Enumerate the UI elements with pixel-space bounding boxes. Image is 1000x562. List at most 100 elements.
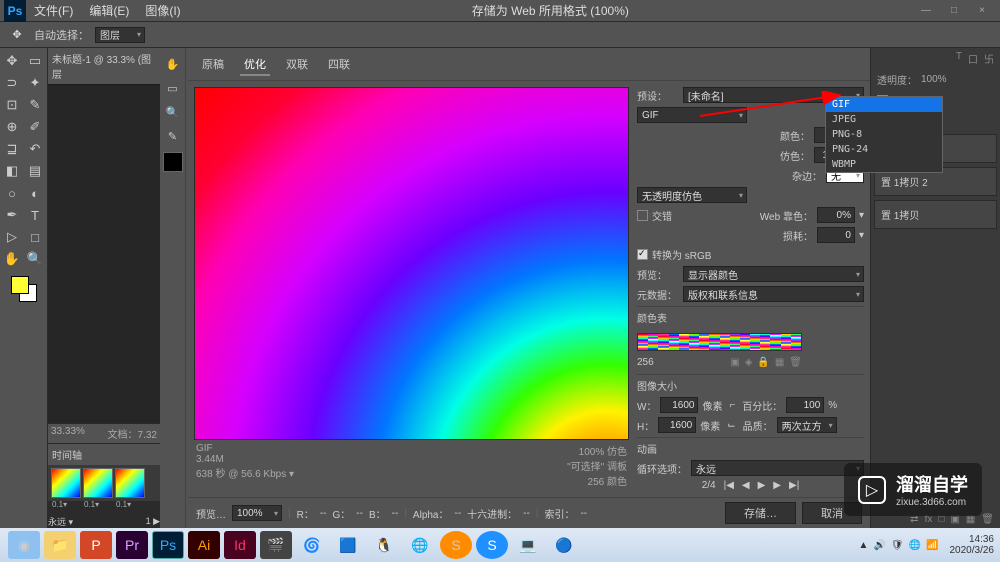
format-option-png8[interactable]: PNG-8 xyxy=(826,127,942,142)
foreground-color[interactable] xyxy=(11,276,29,294)
taskbar-app-5[interactable]: S xyxy=(476,531,508,559)
slice-tool-icon[interactable]: ▭ xyxy=(163,78,183,98)
last-frame-button[interactable]: ▶| xyxy=(789,480,799,491)
color-swatches[interactable] xyxy=(11,276,37,302)
taskbar-app[interactable]: ◉ xyxy=(8,531,40,559)
tab-2up[interactable]: 双联 xyxy=(282,54,312,76)
tool-wand[interactable]: ✦ xyxy=(24,72,46,94)
height-input[interactable] xyxy=(658,417,696,433)
menu-edit[interactable]: 编辑(E) xyxy=(81,2,137,19)
timeline-frame[interactable] xyxy=(83,468,113,498)
tab-original[interactable]: 原稿 xyxy=(198,54,228,76)
next-frame-button[interactable]: ▶ xyxy=(773,480,781,491)
format-option-wbmp[interactable]: WBMP xyxy=(826,157,942,172)
taskbar-photoshop[interactable]: Ps xyxy=(152,531,184,559)
tray-icon[interactable]: 📶 xyxy=(926,540,938,551)
taskbar-app-6[interactable]: 💻 xyxy=(512,531,544,559)
timeline-play[interactable]: 1 ▶ xyxy=(146,516,160,527)
tray-icon[interactable]: 🛡 xyxy=(891,540,904,551)
tool-history[interactable]: ↶ xyxy=(24,138,46,160)
tray-icon[interactable]: 🔊 xyxy=(873,540,885,551)
metadata-dropdown[interactable]: 版权和联系信息 xyxy=(683,286,864,302)
transparency-dither-dropdown[interactable]: 无透明度仿色 xyxy=(637,187,747,203)
tool-lasso[interactable]: ⊃ xyxy=(1,72,23,94)
preview-image[interactable] xyxy=(194,87,629,440)
format-dropdown[interactable]: GIF xyxy=(637,107,747,123)
taskbar-chrome[interactable]: 🌐 xyxy=(404,531,436,559)
tool-pen[interactable]: ✒ xyxy=(1,204,23,226)
ct-filter-icon[interactable]: ▣ xyxy=(730,357,739,368)
zoom-tool-icon[interactable]: 🔍 xyxy=(163,102,183,122)
maximize-button[interactable]: □ xyxy=(940,2,968,20)
websnap-input[interactable] xyxy=(817,207,855,223)
tool-brush[interactable]: ✐ xyxy=(24,116,46,138)
taskbar-illustrator[interactable]: Ai xyxy=(188,531,220,559)
footer-zoom-dropdown[interactable]: 100% xyxy=(232,505,282,521)
menu-file[interactable]: 文件(F) xyxy=(26,2,81,19)
width-input[interactable] xyxy=(660,397,698,413)
trash-icon[interactable]: 🗑 xyxy=(981,514,994,525)
document-tab[interactable]: 未标题-1 @ 33.3% (图层 xyxy=(48,48,160,85)
minimize-button[interactable]: — xyxy=(912,2,940,20)
tool-type[interactable]: T xyxy=(24,204,46,226)
hand-tool-icon[interactable]: ✋ xyxy=(163,54,183,74)
taskbar-premiere[interactable]: Pr xyxy=(116,531,148,559)
color-table[interactable] xyxy=(637,333,802,351)
tab-4up[interactable]: 四联 xyxy=(324,54,354,76)
format-option-png24[interactable]: PNG-24 xyxy=(826,142,942,157)
percent-input[interactable] xyxy=(786,397,824,413)
tray-chevron-icon[interactable]: ▲ xyxy=(859,540,869,551)
paragraph-icon[interactable]: 口 xyxy=(968,51,978,66)
tool-crop[interactable]: ⊡ xyxy=(1,94,23,116)
save-button[interactable]: 存储… xyxy=(725,502,796,524)
tool-stamp[interactable]: ⊒ xyxy=(1,138,23,160)
taskbar-powerpoint[interactable]: P xyxy=(80,531,112,559)
lossy-input[interactable] xyxy=(817,227,855,243)
timeline-frame[interactable] xyxy=(115,468,145,498)
ct-new-icon[interactable]: ▦ xyxy=(775,357,784,368)
taskbar-app-2[interactable]: 🌀 xyxy=(296,531,328,559)
tool-marquee[interactable]: ▭ xyxy=(24,50,46,72)
tool-move[interactable]: ✥ xyxy=(1,50,23,72)
first-frame-button[interactable]: |◀ xyxy=(724,480,734,491)
timeline-frame[interactable] xyxy=(51,468,81,498)
layer-item[interactable]: 置 1拷贝 xyxy=(874,200,997,229)
eyedropper-tool-icon[interactable]: ✎ xyxy=(163,126,183,146)
taskbar-app-7[interactable]: 🔵 xyxy=(548,531,580,559)
preview-profile-dropdown[interactable]: 显示器颜色 xyxy=(683,266,864,282)
menu-image[interactable]: 图像(I) xyxy=(137,2,188,19)
taskbar-video[interactable]: 🎬 xyxy=(260,531,292,559)
tool-gradient[interactable]: ▤ xyxy=(24,160,46,182)
close-button[interactable]: × xyxy=(968,2,996,20)
loop-dropdown[interactable]: 永远 xyxy=(691,460,864,476)
prev-frame-button[interactable]: ◀ xyxy=(742,480,750,491)
tool-hand[interactable]: ✋ xyxy=(1,248,23,270)
play-button[interactable]: ▶ xyxy=(758,480,766,491)
type-icon[interactable]: T xyxy=(956,51,962,66)
ct-lock-icon[interactable]: 🔒 xyxy=(757,357,769,368)
taskbar-indesign[interactable]: Id xyxy=(224,531,256,559)
tool-blur[interactable]: ○ xyxy=(1,182,23,204)
tray-icon[interactable]: 🌐 xyxy=(909,540,921,551)
tool-path[interactable]: ▷ xyxy=(1,226,23,248)
footer-preview-button[interactable]: 预览… xyxy=(196,506,226,521)
timeline-loop[interactable]: 永远 ▾ xyxy=(48,515,73,528)
tool-heal[interactable]: ⊕ xyxy=(1,116,23,138)
srgb-checkbox[interactable] xyxy=(637,249,648,260)
format-option-gif[interactable]: GIF xyxy=(826,97,942,112)
document-canvas[interactable] xyxy=(48,85,160,423)
quality-dropdown[interactable]: 两次立方 xyxy=(777,417,837,433)
tool-shape[interactable]: □ xyxy=(24,226,46,248)
styles-icon[interactable]: 卐 xyxy=(984,51,994,66)
interlaced-checkbox[interactable] xyxy=(637,210,648,221)
tool-eraser[interactable]: ◧ xyxy=(1,160,23,182)
taskbar-app-4[interactable]: S xyxy=(440,531,472,559)
tool-eyedropper[interactable]: ✎ xyxy=(24,94,46,116)
taskbar-explorer[interactable]: 📁 xyxy=(44,531,76,559)
format-option-jpeg[interactable]: JPEG xyxy=(826,112,942,127)
taskbar-qq[interactable]: 🐧 xyxy=(368,531,400,559)
tool-zoom[interactable]: 🔍 xyxy=(24,248,46,270)
ct-snap-icon[interactable]: ◈ xyxy=(745,357,753,368)
tab-optimized[interactable]: 优化 xyxy=(240,54,270,76)
tool-dodge[interactable]: ◐ xyxy=(24,182,46,204)
